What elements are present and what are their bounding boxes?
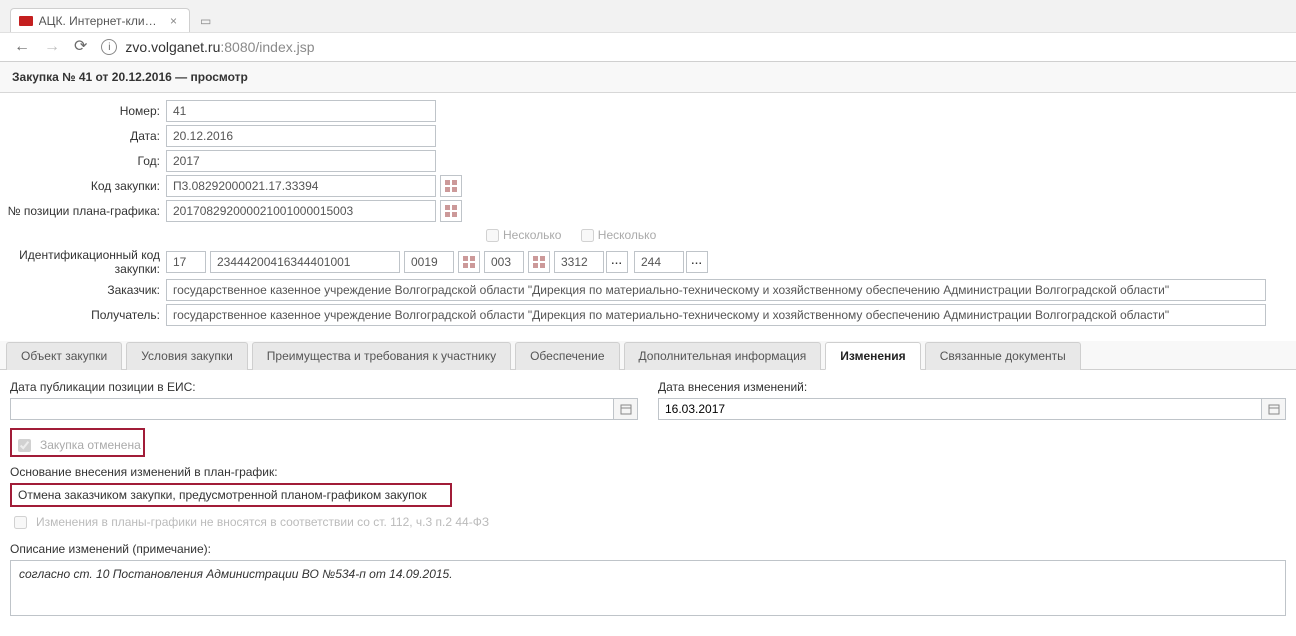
disabled-note-checkbox [14, 516, 27, 529]
url-path: :8080/index.jsp [220, 39, 314, 55]
ikz-p2[interactable] [210, 251, 400, 273]
label-recipient: Получатель: [6, 308, 166, 322]
recipient-field[interactable] [166, 304, 1266, 326]
label-date: Дата: [6, 129, 166, 143]
label-pub-date: Дата публикации позиции в ЕИС: [10, 380, 638, 394]
code-field[interactable] [166, 175, 436, 197]
grid-icon[interactable] [528, 251, 550, 273]
address-bar: ← → ⟳ i zvo.volganet.ru:8080/index.jsp [0, 32, 1296, 61]
several-checkbox-2[interactable]: Несколько [581, 228, 656, 242]
disabled-note: Изменения в планы-графики не вносятся в … [10, 513, 1286, 532]
ikz-p6[interactable] [634, 251, 684, 273]
tab-requirements[interactable]: Преимущества и требования к участнику [252, 342, 511, 370]
grid-icon[interactable] [440, 200, 462, 222]
url-field[interactable]: i zvo.volganet.ru:8080/index.jsp [101, 39, 314, 55]
label-reason: Основание внесения изменений в план-граф… [10, 465, 1286, 479]
ikz-p1[interactable] [166, 251, 206, 273]
ellipsis-button[interactable]: ... [606, 251, 628, 273]
grid-icon[interactable] [440, 175, 462, 197]
number-field[interactable] [166, 100, 436, 122]
label-year: Год: [6, 154, 166, 168]
label-change-date: Дата внесения изменений: [658, 380, 1286, 394]
back-button[interactable]: ← [14, 39, 30, 55]
label-description: Описание изменений (примечание): [10, 542, 1286, 556]
change-date-input[interactable] [658, 398, 1262, 420]
ikz-p3[interactable] [404, 251, 454, 273]
reason-field[interactable]: Отмена заказчиком закупки, предусмотренн… [10, 483, 452, 507]
tab-linked[interactable]: Связанные документы [925, 342, 1081, 370]
several-checkbox-1[interactable]: Несколько [486, 228, 561, 242]
form-area: Номер: Дата: Год: Код закупки: № позиции… [0, 93, 1296, 333]
customer-field[interactable] [166, 279, 1266, 301]
close-icon[interactable]: × [170, 14, 177, 28]
label-number: Номер: [6, 104, 166, 118]
ikz-p5[interactable] [554, 251, 604, 273]
label-code: Код закупки: [6, 179, 166, 193]
tab-terms[interactable]: Условия закупки [126, 342, 248, 370]
url-host: zvo.volganet.ru [125, 39, 220, 55]
tab-object[interactable]: Объект закупки [6, 342, 122, 370]
tab-title: АЦК. Интернет-клиент [39, 14, 160, 28]
date-field[interactable] [166, 125, 436, 147]
cancelled-checkbox[interactable]: Закупка отменена [14, 436, 141, 455]
new-tab-button[interactable]: ▭ [194, 10, 217, 32]
tab-changes[interactable]: Изменения [825, 342, 920, 370]
info-icon[interactable]: i [101, 39, 117, 55]
tab-content-changes: Дата публикации позиции в ЕИС: Дата внес… [0, 370, 1296, 636]
tab-additional[interactable]: Дополнительная информация [624, 342, 822, 370]
reload-button[interactable]: ⟳ [74, 39, 87, 55]
planpos-field[interactable] [166, 200, 436, 222]
tab-strip: АЦК. Интернет-клиент × ▭ [0, 0, 1296, 32]
calendar-icon[interactable] [1262, 398, 1286, 420]
ellipsis-button[interactable]: ... [686, 251, 708, 273]
page-title: Закупка № 41 от 20.12.2016 — просмотр [0, 62, 1296, 93]
cancelled-highlight: Закупка отменена [10, 428, 145, 457]
grid-icon[interactable] [458, 251, 480, 273]
year-field[interactable] [166, 150, 436, 172]
browser-chrome: АЦК. Интернет-клиент × ▭ ← → ⟳ i zvo.vol… [0, 0, 1296, 62]
tab-security[interactable]: Обеспечение [515, 342, 619, 370]
label-customer: Заказчик: [6, 283, 166, 297]
description-box[interactable]: согласно ст. 10 Постановления Администра… [10, 560, 1286, 616]
forward-button[interactable]: → [44, 39, 60, 55]
favicon-icon [19, 16, 33, 26]
label-ikz: Идентификационный код закупки: [6, 248, 166, 276]
ikz-p4[interactable] [484, 251, 524, 273]
calendar-icon[interactable] [614, 398, 638, 420]
browser-tab[interactable]: АЦК. Интернет-клиент × [10, 8, 190, 32]
tabs: Объект закупки Условия закупки Преимущес… [0, 341, 1296, 370]
pub-date-input[interactable] [10, 398, 614, 420]
label-planpos: № позиции плана-графика: [6, 204, 166, 218]
